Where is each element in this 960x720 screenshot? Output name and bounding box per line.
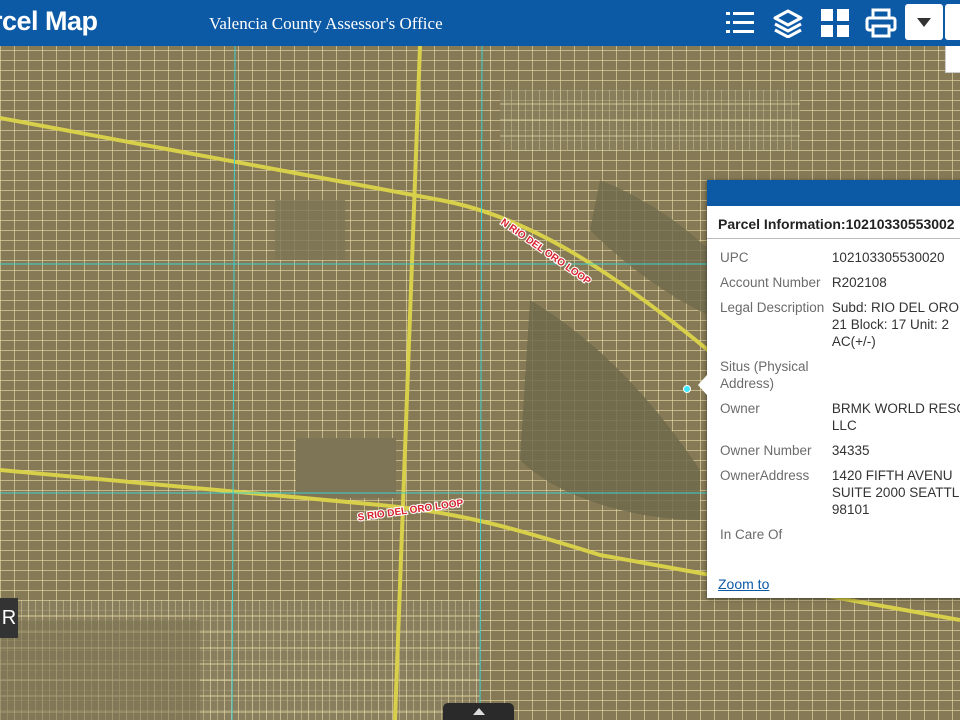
open-lot [275,200,345,260]
dropdown-button[interactable] [905,4,943,40]
attribute-label: Situs (Physical Address) [720,359,809,391]
layers-button[interactable] [765,0,811,46]
attribute-row: In Care Of [720,526,960,543]
attribute-row: Account Number R202108 [720,274,960,291]
attribute-value: R202108 [831,275,887,290]
attribute-value: 34335 [831,443,870,458]
legend-button[interactable] [717,0,763,46]
attribute-label: Owner Number [720,443,812,458]
print-button[interactable] [858,0,904,46]
bottom-panel-toggle[interactable] [443,703,514,720]
dropdown-button-secondary[interactable] [945,4,960,40]
dropdown-menu-fragment[interactable] [945,46,960,73]
attribute-value: Subd: RIO DEL ORO 21 Block: 17 Unit: 2 A… [831,300,959,349]
popup-attributes[interactable]: UPC 102103305530020 Account Number R202108… [707,239,960,561]
attribute-value [832,526,960,543]
attribute-label: Legal Description [720,300,825,315]
selected-parcel-marker[interactable] [683,385,691,393]
chevron-up-icon [472,708,485,715]
layers-icon [773,9,803,38]
attribute-label: OwnerAddress [720,468,810,483]
attribute-label: Account Number [720,275,821,290]
attribute-row: Legal Description Subd: RIO DEL ORO 21 Bl… [720,299,960,350]
app-subtitle: Valencia County Assessor's Office [209,14,443,33]
app-header: rcel Map Valencia County Assessor's Offi… [0,0,960,46]
dropdown-caret-icon [917,17,931,27]
attribute-label: Owner [720,401,760,416]
print-icon [865,8,897,38]
attribute-label: In Care Of [720,527,783,542]
attribute-row: Situs (Physical Address) [720,358,960,392]
legend-icon [726,12,754,33]
parcel-block [500,90,800,150]
attribute-label: UPC [720,250,749,265]
attribute-value [832,358,960,392]
left-panel-button[interactable]: R [0,598,18,638]
open-lot [296,438,396,498]
popup-title: Parcel Information:10210330553002 [707,206,960,239]
basemap-gallery-icon [821,9,849,37]
app-title: rcel Map [0,6,98,36]
attribute-value: BRMK WORLD RESO LLC [831,401,960,433]
attribute-row: UPC 102103305530020 [720,249,960,266]
attribute-row: OwnerAddress 1420 FIFTH AVENU SUITE 2000 … [720,467,960,518]
popup-pointer [698,375,707,395]
attribute-value: 1420 FIFTH AVENU SUITE 2000 SEATTL 98101 [831,468,960,517]
zoom-to-link[interactable]: Zoom to [718,576,769,592]
attribute-row: Owner BRMK WORLD RESO LLC [720,400,960,434]
popup-header-bar[interactable] [707,180,960,206]
basemap-gallery-button[interactable] [812,0,858,46]
open-lot [0,620,200,720]
parcel-popup[interactable]: Parcel Information:10210330553002 UPC 102… [698,180,960,598]
attribute-row: Owner Number 34335 [720,442,960,459]
attribute-value: 102103305530020 [831,250,945,265]
